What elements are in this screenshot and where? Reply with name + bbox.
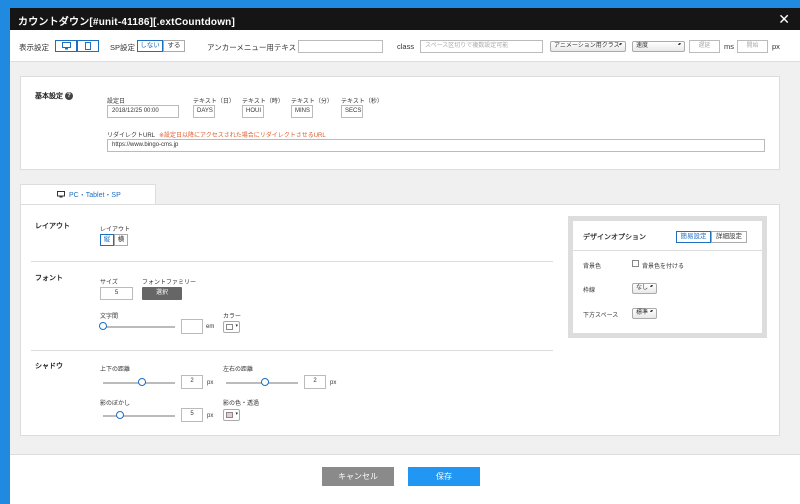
class-label: class: [397, 42, 415, 51]
letter-spacing-slider-handle[interactable]: [99, 322, 107, 330]
class-input[interactable]: スペース区切りで複数設定可能: [420, 40, 543, 53]
layout-section-label: レイアウト: [35, 223, 70, 230]
bottom-spacing-label: 下方スペース: [583, 313, 619, 319]
days-text-input[interactable]: DAYS: [193, 105, 215, 118]
title-bar: カウントダウン[#unit-41186][.extCountdown] ✕: [10, 8, 800, 30]
save-button[interactable]: 保存: [408, 467, 480, 486]
shadow-blur-label: 影のぼかし: [100, 401, 131, 407]
letter-spacing-unit: em: [206, 324, 215, 330]
shadow-color-label: 影の色・透過: [223, 401, 260, 407]
shadow-blur-slider-handle[interactable]: [116, 411, 124, 419]
shadow-vertical-unit: px: [207, 380, 214, 386]
basic-settings-label: 基本設定 ?: [35, 91, 73, 101]
secs-text-input[interactable]: SECS: [341, 105, 363, 118]
chevron-down-icon: ▾: [235, 323, 238, 329]
anchor-text-label: アンカーメニュー用テキスト: [207, 43, 304, 52]
mobile-view-button[interactable]: [77, 40, 99, 52]
speed-select[interactable]: 速度: [632, 41, 685, 52]
animation-class-select[interactable]: アニメーション用クラス: [550, 41, 626, 52]
help-icon[interactable]: ?: [64, 92, 73, 101]
cancel-button[interactable]: キャンセル: [322, 467, 394, 486]
divider: [31, 261, 553, 262]
border-select[interactable]: なし: [632, 283, 657, 294]
sp-settings-label: SP設定: [110, 43, 136, 52]
date-label: 設定日: [107, 99, 126, 105]
monitor-icon: [57, 191, 65, 198]
font-family-select-button[interactable]: 選択: [142, 287, 182, 300]
background-color-checkbox-label: 背景色を付ける: [642, 264, 685, 270]
layout-vertical-button[interactable]: 縦: [100, 234, 114, 246]
font-color-label: カラー: [223, 314, 242, 320]
dialog-footer: キャンセル 保存: [10, 454, 800, 504]
simple-settings-tab[interactable]: 簡易設定: [676, 231, 711, 243]
shadow-horizontal-unit: px: [330, 380, 337, 386]
display-settings-label: 表示設定: [19, 43, 49, 52]
secs-text-label: テキスト（秒）: [341, 99, 383, 105]
px-unit-label: px: [772, 42, 780, 51]
design-options-frame: デザインオプション 簡易設定 詳細設定 背景色 背景色を付ける 枠線 なし 下方…: [568, 216, 767, 338]
hours-text-label: テキスト（時）: [242, 99, 284, 105]
sp-on-button[interactable]: する: [163, 40, 185, 52]
shadow-horizontal-input[interactable]: 2: [304, 375, 326, 389]
shadow-vertical-slider-handle[interactable]: [138, 378, 146, 386]
style-settings-panel: レイアウト レイアウト 縦 横 フォント サイズ 5 フォントファミリー 選択 …: [20, 204, 780, 436]
font-size-input[interactable]: 5: [100, 287, 133, 300]
font-family-label: フォントファミリー: [142, 280, 197, 286]
delay-input[interactable]: 遅延: [689, 40, 720, 53]
dialog-title: カウントダウン[#unit-41186][.extCountdown]: [18, 17, 236, 28]
bottom-spacing-select[interactable]: 標準: [632, 308, 657, 319]
days-text-label: テキスト（日）: [193, 99, 235, 105]
divider: [573, 250, 762, 251]
toolbar: 表示設定 SP設定 しない する アンカーメニュー用テキスト class スペー…: [10, 30, 800, 62]
letter-spacing-input[interactable]: [181, 319, 203, 334]
desktop-view-button[interactable]: [55, 40, 77, 52]
hours-text-input[interactable]: HOUI: [242, 105, 264, 118]
shadow-horizontal-slider-handle[interactable]: [261, 378, 269, 386]
divider: [31, 350, 553, 351]
letter-spacing-slider-track: [103, 326, 175, 328]
font-color-swatch: [226, 324, 233, 330]
sp-off-button[interactable]: しない: [137, 40, 163, 52]
basic-settings-panel: 基本設定 ? 設定日 2018/12/25 00:00 テキスト（日） DAYS…: [20, 76, 780, 170]
redirect-url-note: ※設定日以降にアクセスされた場合にリダイレクトさせるURL: [159, 133, 326, 139]
design-options-panel: デザインオプション 簡易設定 詳細設定 背景色 背景色を付ける 枠線 なし 下方…: [573, 221, 762, 333]
monitor-icon: [61, 42, 71, 50]
tab-label: PC・Tablet・SP: [69, 192, 121, 199]
design-options-title: デザインオプション: [583, 234, 646, 241]
layout-field-label: レイアウト: [100, 227, 131, 233]
close-icon[interactable]: ✕: [778, 11, 790, 27]
anchor-text-input[interactable]: [298, 40, 383, 53]
shadow-vertical-label: 上下の距離: [100, 367, 131, 373]
font-size-label: サイズ: [100, 280, 118, 286]
tab-pc-tablet-sp[interactable]: PC・Tablet・SP: [20, 184, 156, 204]
phone-icon: [85, 42, 91, 50]
font-section-label: フォント: [35, 275, 63, 282]
letter-spacing-label: 文字間: [100, 314, 119, 320]
redirect-url-label: リダイレクトURL: [107, 133, 156, 139]
background-color-label: 背景色: [583, 264, 602, 270]
mins-text-label: テキスト（分）: [291, 99, 333, 105]
shadow-blur-slider-track: [103, 415, 175, 417]
shadow-blur-input[interactable]: 5: [181, 408, 203, 422]
layout-horizontal-button[interactable]: 横: [114, 234, 128, 246]
background-color-checkbox[interactable]: [632, 260, 639, 267]
detail-settings-tab[interactable]: 詳細設定: [711, 231, 747, 243]
dialog-body: 表示設定 SP設定 しない する アンカーメニュー用テキスト class スペー…: [10, 30, 800, 504]
redirect-url-input[interactable]: https://www.bingo-cms.jp: [107, 139, 765, 152]
mins-text-input[interactable]: MINS: [291, 105, 313, 118]
shadow-vertical-input[interactable]: 2: [181, 375, 203, 389]
shadow-color-swatch: [226, 412, 233, 418]
font-color-picker[interactable]: ▾: [223, 321, 240, 333]
shadow-blur-unit: px: [207, 413, 214, 419]
date-input[interactable]: 2018/12/25 00:00: [107, 105, 179, 118]
start-input[interactable]: 開始: [737, 40, 768, 53]
modal-frame: カウントダウン[#unit-41186][.extCountdown] ✕ 表示…: [0, 0, 800, 504]
ms-unit-label: ms: [724, 42, 734, 51]
shadow-section-label: シャドウ: [35, 363, 63, 370]
shadow-color-picker[interactable]: ▾: [223, 409, 240, 421]
shadow-horizontal-label: 左右の距離: [223, 367, 254, 373]
border-label: 枠線: [583, 288, 596, 294]
chevron-down-icon: ▾: [235, 411, 238, 417]
